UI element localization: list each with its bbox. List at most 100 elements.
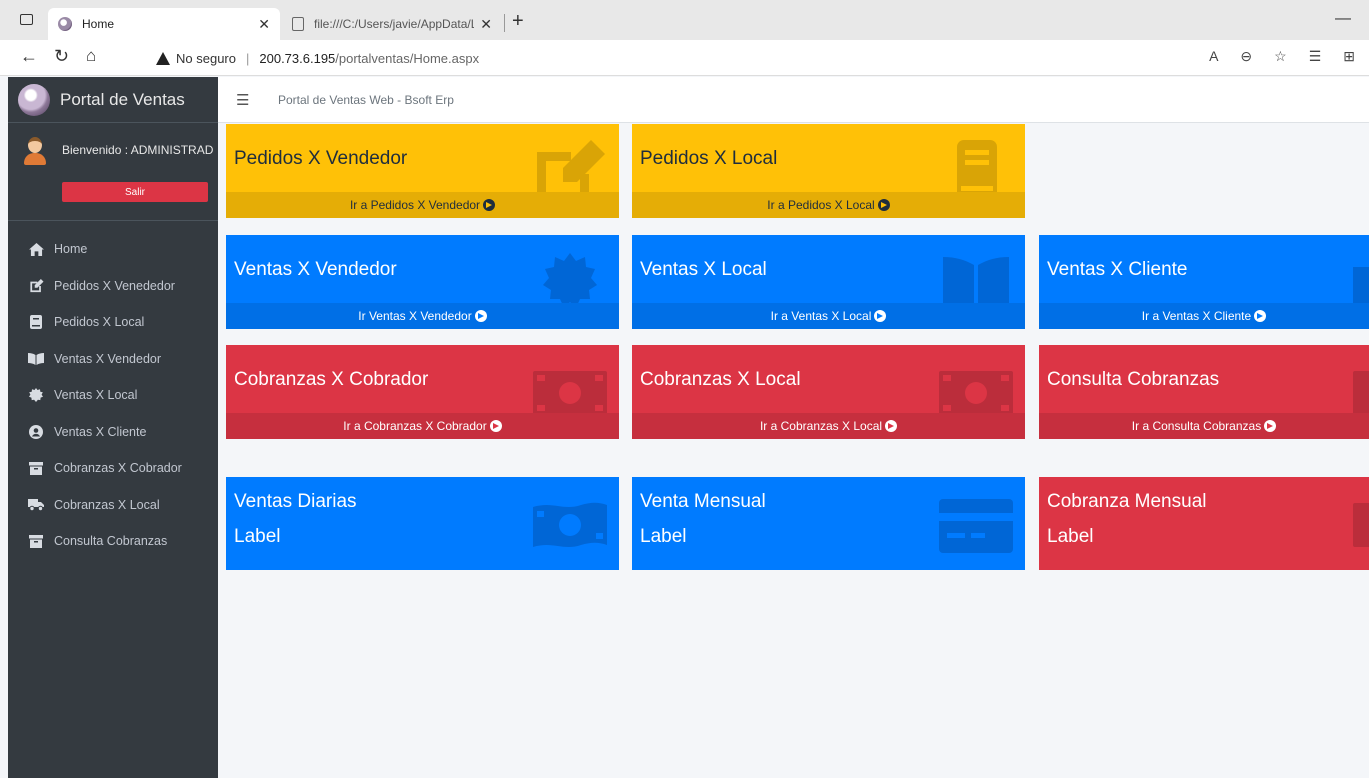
edit-icon: [28, 278, 44, 293]
tab-divider: [504, 14, 505, 32]
card-footer-link[interactable]: Ir a Pedidos X Vendedor: [226, 192, 619, 218]
card-title: Pedidos X Vendedor: [234, 148, 408, 169]
close-tab-icon[interactable]: ✕: [480, 16, 492, 33]
logout-button[interactable]: Salir: [62, 182, 208, 202]
sidebar: Portal de Ventas Bienvenido : ADMINISTRA…: [8, 77, 218, 778]
url-field[interactable]: No seguro | 200.73.6.195/portalventas/Ho…: [150, 46, 479, 70]
arrow-circle-right-icon: [474, 310, 487, 322]
menu-toggle-icon[interactable]: ☰: [236, 91, 249, 109]
sidebar-item-home[interactable]: Home: [8, 231, 218, 268]
sidebar-item-ventas-vendedor[interactable]: Ventas X Vendedor: [8, 341, 218, 378]
stat-cobranza-mensual: Cobranza Mensual Label: [1039, 477, 1369, 570]
collections-icon[interactable]: ⊞: [1343, 48, 1355, 65]
sidebar-item-cobranzas-local[interactable]: Cobranzas X Local: [8, 487, 218, 524]
certificate-icon: [28, 388, 44, 403]
card-footer-link[interactable]: Ir a Ventas X Local: [632, 303, 1025, 329]
sidebar-item-label: Cobranzas X Cobrador: [54, 461, 182, 476]
sidebar-item-ventas-cliente[interactable]: Ventas X Cliente: [8, 414, 218, 451]
sidebar-item-label: Consulta Cobranzas: [54, 534, 168, 549]
truck-icon: [28, 498, 44, 512]
card-link-text[interactable]: Ir a Cobranzas X Local: [760, 419, 882, 433]
card-link-text[interactable]: Ir Ventas X Vendedor: [358, 309, 471, 323]
stat-title: Venta Mensual: [640, 491, 766, 512]
url-divider: |: [245, 50, 250, 66]
card-title: Ventas X Local: [640, 259, 767, 280]
card-title: Pedidos X Local: [640, 148, 778, 169]
arrow-circle-right-icon: [1254, 310, 1267, 322]
arrow-circle-right-icon: [874, 310, 887, 322]
sidebar-item-label: Ventas X Local: [54, 388, 138, 403]
browser-tab-file[interactable]: file:///C:/Users/javie/AppData/Lo ✕: [282, 8, 502, 40]
warning-icon: [156, 51, 170, 65]
sidebar-item-cobranzas-cobrador[interactable]: Cobranzas X Cobrador: [8, 450, 218, 487]
card-link-text[interactable]: Ir a Ventas X Cliente: [1142, 309, 1251, 323]
money-bill-icon: [1353, 503, 1369, 547]
brand-logo: [18, 83, 50, 116]
reload-icon[interactable]: ↻: [54, 46, 69, 67]
card-footer-link[interactable]: Ir a Consulta Cobranzas: [1039, 413, 1369, 439]
zoom-icon[interactable]: ⊖: [1240, 48, 1252, 65]
card-footer-link[interactable]: Ir a Cobranzas X Cobrador: [226, 413, 619, 439]
sidebar-menu: Home Pedidos X Venededor Pedidos X Local…: [8, 221, 218, 560]
sidebar-item-consulta-cobranzas[interactable]: Consulta Cobranzas: [8, 523, 218, 560]
user-circle-icon: [28, 424, 44, 439]
sidebar-item-pedidos-local[interactable]: Pedidos X Local: [8, 304, 218, 341]
url-path: /portalventas/Home.aspx: [335, 50, 480, 66]
security-status[interactable]: No seguro: [176, 51, 236, 66]
top-navbar: ☰ Portal de Ventas Web - Bsoft Erp: [218, 77, 1369, 123]
sidebar-item-pedidos-vendedor[interactable]: Pedidos X Venededor: [8, 268, 218, 305]
stat-title: Cobranza Mensual: [1047, 491, 1207, 512]
card-ventas-vendedor: Ventas X Vendedor Ir Ventas X Vendedor: [226, 235, 619, 329]
welcome-text: Bienvenido : ADMINISTRAD: [62, 143, 214, 157]
home-icon[interactable]: ⌂: [86, 46, 96, 66]
card-ventas-cliente: Ventas X Cliente Ir a Ventas X Cliente: [1039, 235, 1369, 329]
card-footer-link[interactable]: Ir a Ventas X Cliente: [1039, 303, 1369, 329]
stat-title: Ventas Diarias: [234, 491, 357, 512]
home-icon: [28, 242, 44, 256]
minimize-button[interactable]: —: [1335, 10, 1351, 28]
card-title: Consulta Cobranzas: [1047, 369, 1220, 390]
favorites-icon[interactable]: ☰: [1309, 48, 1322, 65]
arrow-circle-right-icon: [483, 199, 496, 211]
brand-link[interactable]: Portal de Ventas: [8, 77, 218, 123]
card-title: Ventas X Vendedor: [234, 259, 397, 280]
new-tab-button[interactable]: +: [512, 10, 524, 33]
card-link-text[interactable]: Ir a Consulta Cobranzas: [1132, 419, 1261, 433]
arrow-circle-right-icon: [877, 199, 890, 211]
brand-title: Portal de Ventas: [60, 89, 185, 109]
file-icon: [292, 17, 304, 31]
card-title: Ventas X Cliente: [1047, 259, 1188, 280]
stat-value: Label: [640, 526, 687, 547]
card-cobranzas-local: Cobranzas X Local Ir a Cobranzas X Local: [632, 345, 1025, 439]
card-footer-link[interactable]: Ir a Pedidos X Local: [632, 192, 1025, 218]
card-link-text[interactable]: Ir a Pedidos X Local: [767, 198, 874, 212]
book-open-icon: [28, 352, 44, 366]
card-footer-link[interactable]: Ir a Cobranzas X Local: [632, 413, 1025, 439]
tab-title: file:///C:/Users/javie/AppData/Lo: [314, 17, 475, 31]
card-pedidos-vendedor: Pedidos X Vendedor Ir a Pedidos X Vended…: [226, 124, 619, 218]
read-aloud-icon[interactable]: A: [1209, 48, 1218, 65]
user-panel: Bienvenido : ADMINISTRAD Salir: [8, 123, 218, 221]
site-favicon-icon: [58, 17, 72, 31]
favorite-add-icon[interactable]: ☆: [1274, 48, 1287, 65]
card-pedidos-local: Pedidos X Local Ir a Pedidos X Local: [632, 124, 1025, 218]
card-footer-link[interactable]: Ir Ventas X Vendedor: [226, 303, 619, 329]
card-title: Cobranzas X Cobrador: [234, 369, 429, 390]
tab-title: Home: [82, 17, 115, 31]
card-link-text[interactable]: Ir a Ventas X Local: [771, 309, 872, 323]
arrow-circle-right-icon: [1264, 420, 1277, 432]
browser-tab-home[interactable]: Home ✕: [48, 8, 280, 40]
card-link-text[interactable]: Ir a Cobranzas X Cobrador: [343, 419, 486, 433]
sidebar-item-ventas-local[interactable]: Ventas X Local: [8, 377, 218, 414]
tab-actions-icon[interactable]: [20, 14, 33, 25]
url-host: 200.73.6.195: [259, 50, 336, 66]
browser-actions: A ⊖ ☆ ☰ ⊞: [1209, 48, 1355, 65]
avatar: [22, 137, 48, 165]
back-icon[interactable]: ←: [20, 46, 38, 67]
stat-value: Label: [1047, 526, 1094, 547]
close-tab-icon[interactable]: ✕: [258, 16, 270, 33]
address-bar: ← ↻ ⌂ No seguro | 200.73.6.195/portalven…: [0, 40, 1369, 76]
card-link-text[interactable]: Ir a Pedidos X Vendedor: [350, 198, 480, 212]
sidebar-item-label: Pedidos X Local: [54, 315, 145, 330]
browser-tab-bar: Home ✕ file:///C:/Users/javie/AppData/Lo…: [0, 0, 1369, 40]
